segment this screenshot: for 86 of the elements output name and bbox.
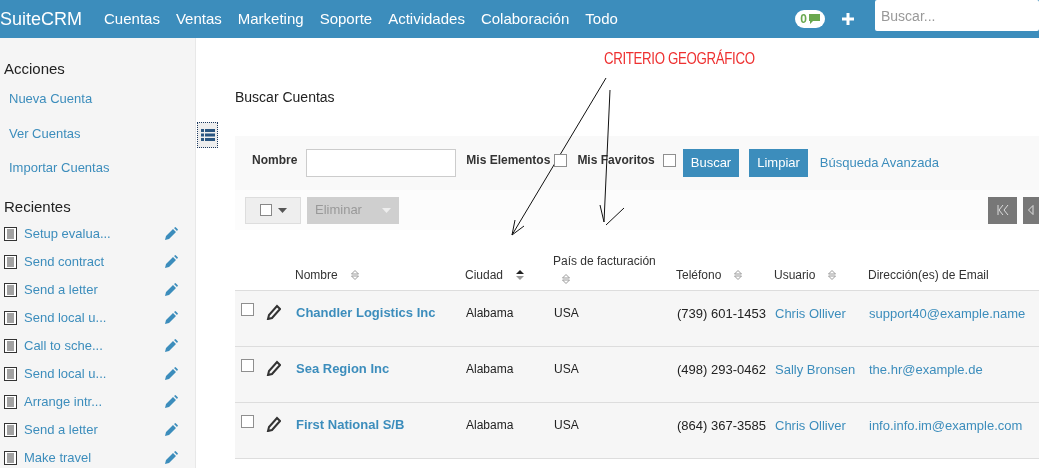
account-name-link[interactable]: First National S/B bbox=[296, 417, 405, 432]
recent-item-link[interactable]: Send contract bbox=[17, 252, 164, 272]
pencil-icon[interactable] bbox=[266, 416, 281, 432]
account-name-link[interactable]: Chandler Logistics Inc bbox=[296, 305, 436, 320]
document-icon bbox=[4, 367, 17, 381]
caret-icon bbox=[382, 207, 391, 213]
recent-item-link[interactable]: Setup evalua... bbox=[17, 224, 164, 244]
document-icon bbox=[4, 227, 17, 241]
user-link[interactable]: Sally Bronsen bbox=[775, 362, 856, 377]
recent-item-link[interactable]: Send a letter bbox=[17, 280, 164, 300]
user-link[interactable]: Chris Olliver bbox=[775, 306, 846, 321]
column-header[interactable]: Nombre bbox=[295, 266, 338, 284]
table-cell: Alabama bbox=[466, 306, 514, 320]
column-header[interactable]: Ciudad bbox=[465, 266, 504, 284]
sidebar-link[interactable]: Importar Cuentas bbox=[4, 160, 110, 175]
column-header[interactable]: Usuario bbox=[774, 266, 816, 284]
list-toggle-button[interactable] bbox=[197, 122, 218, 148]
document-icon bbox=[4, 451, 17, 465]
list-icon bbox=[200, 129, 215, 141]
brand-logo[interactable]: SuiteCRM bbox=[0, 5, 105, 33]
recent-item-link[interactable]: Call to sche... bbox=[17, 336, 164, 356]
plus-icon bbox=[842, 13, 854, 25]
document-icon bbox=[4, 339, 17, 353]
checkbox[interactable] bbox=[241, 415, 254, 428]
select-all-button[interactable] bbox=[245, 196, 301, 224]
table-cell: USA bbox=[554, 418, 579, 432]
previous-page-button[interactable] bbox=[1023, 196, 1039, 224]
document-icon bbox=[4, 395, 17, 409]
table-cell: USA bbox=[554, 306, 579, 320]
column-header[interactable]: País de facturación bbox=[553, 252, 656, 270]
account-name-link[interactable]: Sea Region Inc bbox=[296, 361, 390, 376]
document-icon bbox=[4, 423, 17, 437]
column-header[interactable]: Dirección(es) de Email bbox=[868, 266, 989, 284]
document-icon bbox=[4, 283, 17, 297]
menu-item[interactable]: Cuentas bbox=[104, 7, 160, 31]
field-label: Mis Elementos bbox=[466, 152, 551, 169]
document-icon bbox=[4, 255, 17, 269]
skip-back-icon bbox=[996, 205, 1009, 215]
sidebar-link[interactable]: Nueva Cuenta bbox=[4, 91, 93, 106]
table-cell: (498) 293-0462 bbox=[677, 362, 766, 377]
field-label: Nombre bbox=[252, 152, 298, 169]
table-cell: Alabama bbox=[466, 362, 514, 376]
menu-item[interactable]: Soporte bbox=[319, 7, 373, 31]
recent-item-link[interactable]: Send a letter bbox=[17, 420, 164, 440]
checkbox[interactable] bbox=[662, 153, 676, 167]
recent-item-link[interactable]: Arrange intr... bbox=[17, 392, 164, 412]
clear-button[interactable]: Limpiar bbox=[749, 149, 808, 177]
advanced-search-link[interactable]: Búsqueda Avanzada bbox=[819, 153, 939, 173]
search-field[interactable]: Buscar... bbox=[875, 0, 1039, 31]
first-page-button[interactable] bbox=[988, 196, 1017, 224]
checkbox[interactable] bbox=[554, 153, 568, 167]
name-input[interactable] bbox=[306, 149, 457, 177]
checkbox[interactable] bbox=[241, 359, 254, 372]
triangle-left-icon bbox=[1028, 205, 1034, 215]
email-link[interactable]: info.info.im@example.com bbox=[869, 418, 1023, 433]
page-title: Buscar Cuentas bbox=[235, 88, 336, 105]
pencil-icon[interactable] bbox=[266, 304, 281, 320]
table-cell: (864) 367-3585 bbox=[677, 418, 766, 433]
table-cell: Alabama bbox=[466, 418, 514, 432]
column-header[interactable]: Teléfono bbox=[676, 266, 722, 284]
recent-item-link[interactable]: Send local u... bbox=[17, 364, 164, 384]
table-cell: USA bbox=[554, 362, 579, 376]
recent-item-link[interactable]: Send local u... bbox=[17, 308, 164, 328]
document-icon bbox=[4, 311, 17, 325]
sidebar-link[interactable]: Ver Cuentas bbox=[4, 125, 81, 141]
recent-item-link[interactable]: Make travel bbox=[17, 448, 164, 468]
search-button[interactable]: Buscar bbox=[682, 149, 740, 177]
menu-item[interactable]: Actividades bbox=[388, 7, 465, 31]
caret-icon bbox=[277, 207, 287, 213]
menu-item[interactable]: Colaboración bbox=[480, 7, 570, 31]
menu-item[interactable]: Marketing bbox=[237, 7, 304, 31]
checkbox[interactable] bbox=[241, 303, 254, 316]
user-link[interactable]: Chris Olliver bbox=[775, 418, 846, 433]
add-button[interactable] bbox=[841, 12, 855, 26]
section-title: Recientes bbox=[4, 196, 72, 217]
notification-badge[interactable]: 0 bbox=[795, 10, 825, 28]
menu-item[interactable]: Ventas bbox=[175, 7, 222, 31]
email-link[interactable]: the.hr@example.de bbox=[869, 362, 983, 377]
menu-item[interactable]: Todo bbox=[585, 7, 618, 31]
section-title: Acciones bbox=[4, 59, 66, 76]
chat-icon bbox=[809, 14, 820, 24]
annotation-text: CRITERIO GEOGRÁFICO bbox=[604, 48, 755, 70]
pencil-icon[interactable] bbox=[266, 360, 281, 376]
sort-icon[interactable] bbox=[515, 270, 526, 280]
email-link[interactable]: support40@example.name bbox=[869, 306, 1026, 321]
table-cell: (739) 601-1453 bbox=[677, 306, 766, 321]
